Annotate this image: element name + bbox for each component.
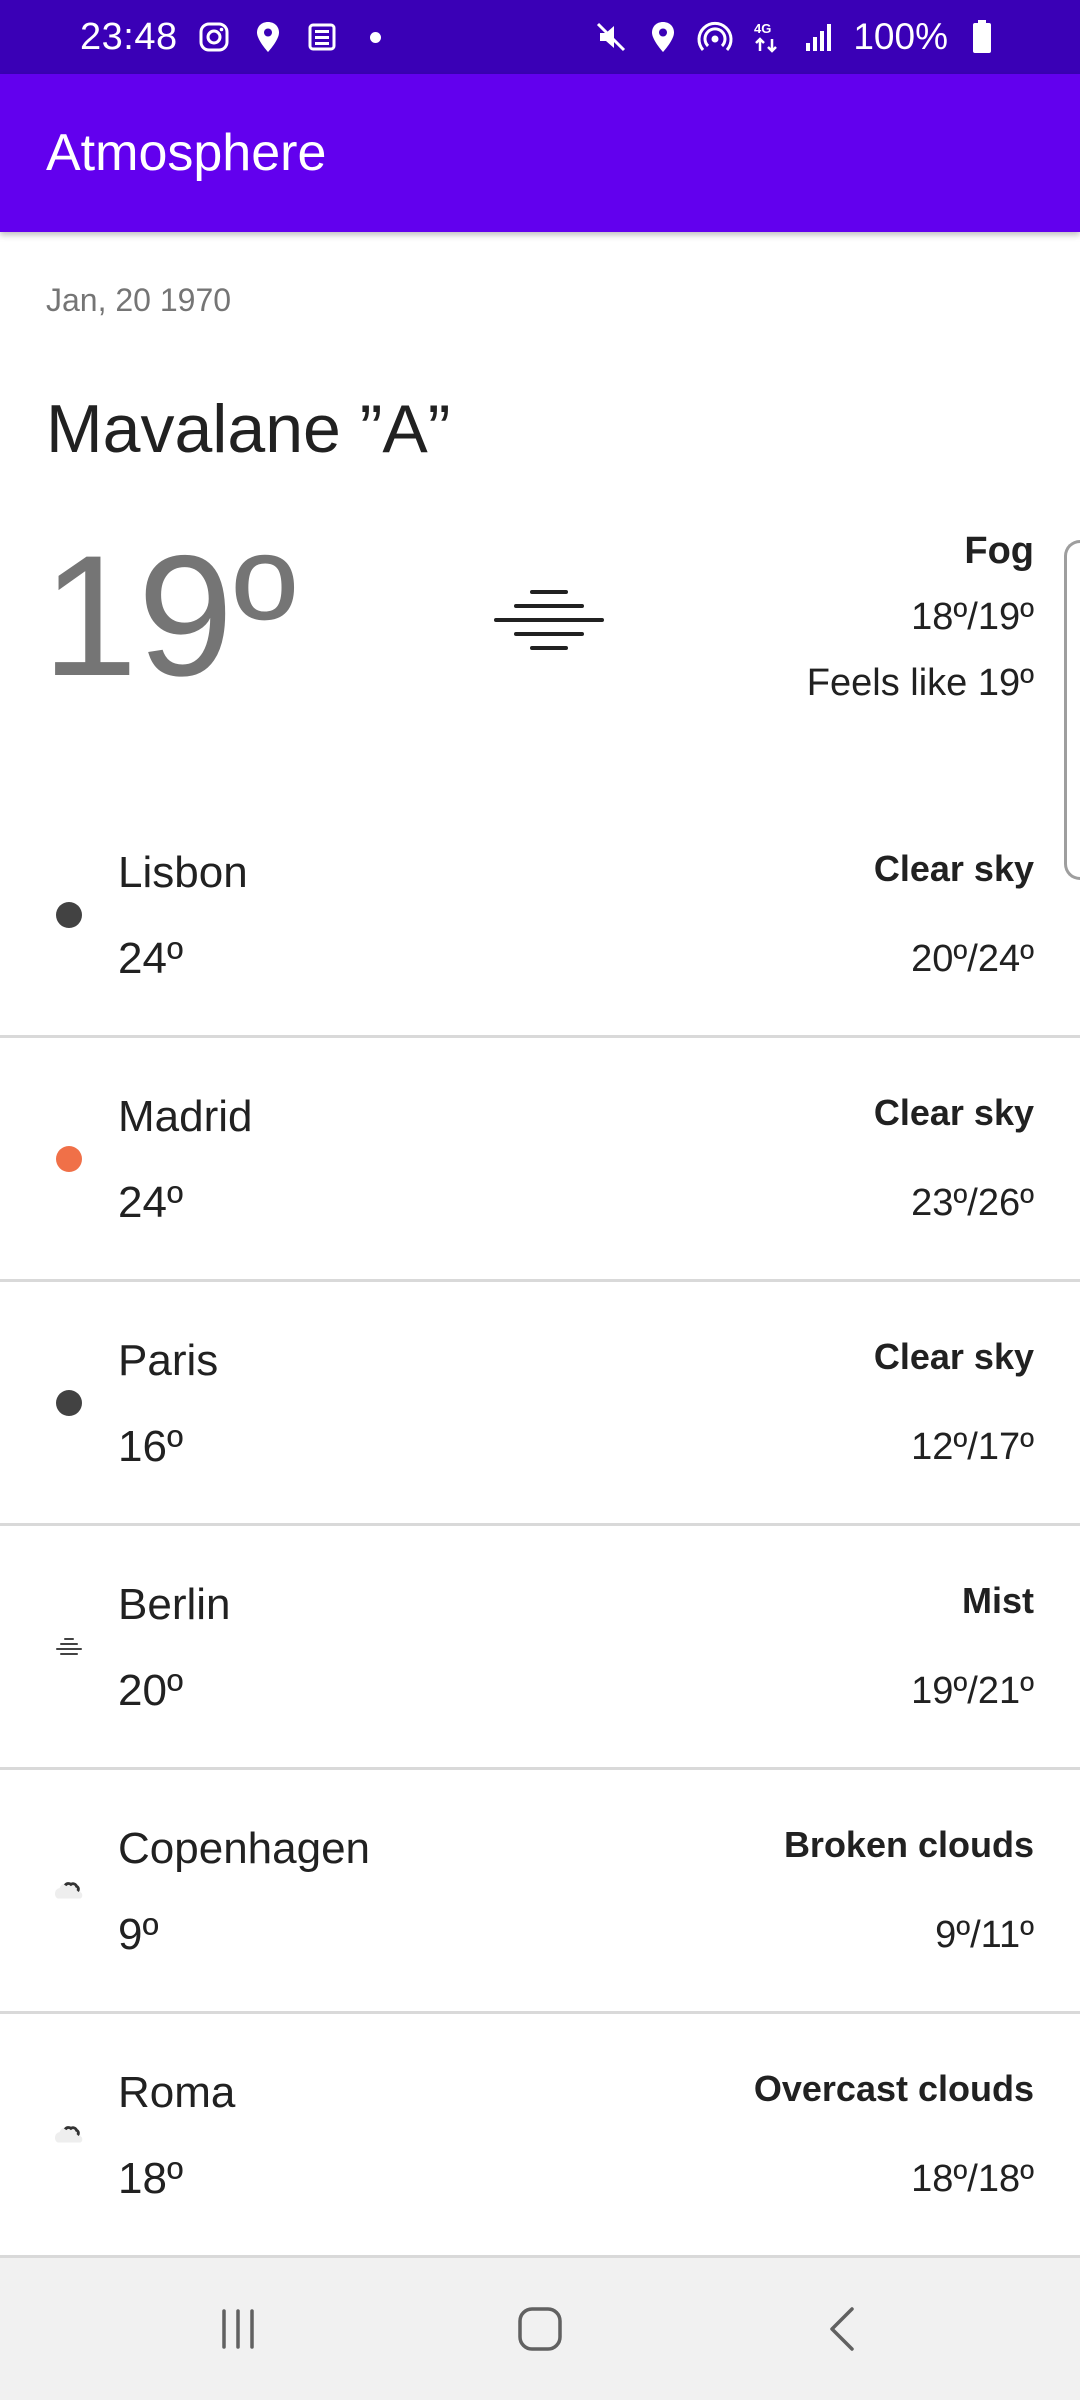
status-time: 23:48 (80, 15, 178, 58)
back-icon[interactable] (772, 2258, 912, 2400)
city-name: Paris (118, 1336, 219, 1385)
city-temperature: 9º (118, 1910, 159, 1959)
mist-icon (52, 1630, 86, 1664)
city-range: 9º/11º (935, 1914, 1034, 1956)
current-description: Fog (964, 530, 1034, 572)
city-description: Overcast clouds (753, 2068, 1034, 2109)
dot-icon (358, 19, 394, 55)
city-description: Mist (962, 1580, 1034, 1621)
list-item[interactable]: Lisbon 24º Clear sky 20º/24º (0, 794, 1080, 1038)
current-location: Mavalane ”A” (46, 391, 451, 467)
dot-icon (52, 898, 86, 932)
app-bar: Atmosphere (0, 74, 1080, 232)
list-item[interactable]: Roma 18º Overcast clouds 18º/18º (0, 2014, 1080, 2258)
fog-icon (494, 586, 604, 662)
location-icon (250, 19, 286, 55)
city-description: Clear sky (873, 848, 1034, 889)
city-temperature: 24º (118, 1178, 184, 1227)
city-range: 12º/17º (911, 1426, 1034, 1468)
signal-icon (801, 19, 837, 55)
list-item[interactable]: Madrid 24º Clear sky 23º/26º (0, 1038, 1080, 1282)
home-icon[interactable] (470, 2258, 610, 2400)
city-name: Lisbon (118, 848, 248, 897)
city-name: Copenhagen (118, 1824, 371, 1873)
city-temperature: 24º (118, 934, 184, 983)
location-icon (645, 19, 681, 55)
app-title: Atmosphere (46, 124, 327, 182)
recents-icon[interactable] (168, 2258, 308, 2400)
hotspot-icon (697, 19, 733, 55)
system-nav-bar (0, 2258, 1080, 2400)
dot-icon (52, 1142, 86, 1176)
cloud-icon (52, 1874, 86, 1908)
dot-icon (52, 1386, 86, 1420)
city-name: Roma (118, 2068, 236, 2117)
city-temperature: 16º (118, 1422, 184, 1471)
city-list: Lisbon 24º Clear sky 20º/24º Madrid 24º … (0, 794, 1080, 2258)
city-temperature: 20º (118, 1666, 184, 1715)
city-range: 23º/26º (911, 1182, 1034, 1224)
list-item[interactable]: Copenhagen 9º Broken clouds 9º/11º (0, 1770, 1080, 2014)
mute-icon (593, 19, 629, 55)
city-range: 20º/24º (911, 938, 1034, 980)
current-summary: Fog 18º/19º Feels like 19º (807, 530, 1034, 714)
city-description: Broken clouds (783, 1824, 1034, 1865)
battery-icon (964, 19, 1000, 55)
city-description: Clear sky (873, 1092, 1034, 1133)
city-name: Berlin (118, 1580, 231, 1629)
city-description: Clear sky (873, 1336, 1034, 1377)
current-feels-like: Feels like 19º (806, 662, 1034, 704)
city-range: 19º/21º (911, 1670, 1034, 1712)
cloud-icon (52, 2118, 86, 2152)
svg-text:4G: 4G (754, 21, 771, 36)
city-name: Madrid (118, 1092, 253, 1141)
4g-icon: 4G (749, 19, 785, 55)
list-item[interactable]: Paris 16º Clear sky 12º/17º (0, 1282, 1080, 1526)
current-date: Jan, 20 1970 (46, 282, 232, 318)
instagram-icon (196, 19, 232, 55)
current-temperature: 19º (42, 520, 297, 712)
city-range: 18º/18º (911, 2158, 1034, 2200)
current-range: 18º/19º (911, 596, 1034, 638)
list-item[interactable]: Berlin 20º Mist 19º/21º (0, 1526, 1080, 1770)
city-temperature: 18º (118, 2154, 184, 2203)
battery-percent: 100% (853, 16, 948, 57)
news-icon (304, 19, 340, 55)
status-bar: 23:48 4G 100% (0, 0, 1080, 74)
